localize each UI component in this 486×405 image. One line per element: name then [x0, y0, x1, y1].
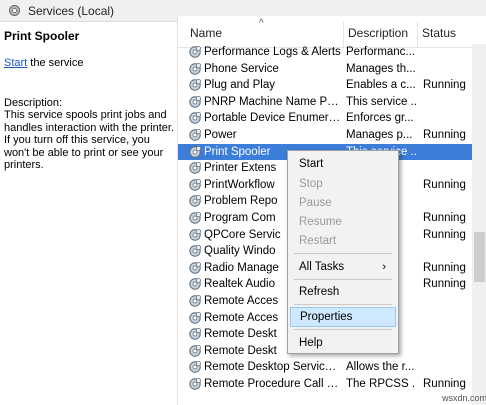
service-gear-icon [189, 195, 202, 208]
scrollbar-thumb[interactable] [474, 232, 485, 282]
start-service-link[interactable]: Start [4, 57, 27, 69]
window-title: Services (Local) [28, 4, 115, 18]
menu-item-resume: Resume [299, 216, 342, 228]
service-description-cell: Manages p... [346, 129, 413, 141]
service-gear-icon [189, 294, 202, 307]
service-gear-icon [189, 377, 202, 390]
service-gear-icon [189, 228, 202, 241]
menu-item-start[interactable]: Start [290, 154, 396, 174]
service-status-cell: Running [423, 178, 466, 191]
menu-separator [294, 329, 392, 330]
menu-item-restart: Restart [299, 235, 337, 247]
service-gear-icon [189, 361, 202, 374]
service-gear-icon [189, 62, 202, 75]
service-description-cell: Manages th... [346, 62, 416, 75]
submenu-arrow-icon: › [382, 261, 386, 273]
service-description-cell: This service ... [346, 95, 416, 108]
service-status-cell: Running [423, 129, 466, 141]
table-row[interactable]: Portable Device Enumerator... Enforces gr… [178, 110, 472, 126]
service-name-cell: Remote Desktop Services U... [204, 361, 342, 374]
menu-item-pause: Pause [299, 197, 332, 209]
service-action-line: Start the service [4, 57, 83, 69]
table-row[interactable]: Performance Logs & Alerts Performanc... [178, 44, 472, 60]
service-details-panel: Print Spooler Start the service Descript… [0, 23, 176, 405]
table-row[interactable]: PNRP Machine Name Publi... This service .… [178, 94, 472, 110]
service-name-cell: Remote Procedure Call (RPC) [204, 378, 342, 390]
description-label: Description: [4, 97, 63, 109]
service-name-cell: Portable Device Enumerator... [204, 112, 342, 125]
service-gear-icon [189, 128, 202, 141]
service-status-cell: Running [423, 79, 466, 92]
table-row[interactable]: Remote Desktop Services U... Allows the r… [178, 359, 472, 375]
service-gear-icon [189, 95, 202, 108]
start-service-suffix: the service [27, 57, 84, 69]
service-gear-icon [189, 112, 202, 125]
service-description-cell: Enforces gr... [346, 112, 414, 125]
services-gear-icon [9, 5, 20, 16]
service-name-cell: PNRP Machine Name Publi... [204, 95, 342, 108]
table-row[interactable]: Plug and Play Enables a c... Running [178, 77, 472, 93]
watermark: wsxdn.com [442, 393, 486, 403]
table-row[interactable]: Power Manages p... Running [178, 127, 472, 143]
service-description-cell: The RPCSS ... [346, 378, 416, 390]
service-gear-icon [189, 178, 202, 191]
context-menu: Start Stop Pause Resume Restart All Task… [287, 150, 399, 354]
table-row[interactable]: Remote Procedure Call (RPC) The RPCSS ...… [178, 376, 472, 392]
service-gear-icon [189, 311, 202, 324]
service-gear-icon [189, 344, 202, 357]
service-name-cell: Phone Service [204, 62, 279, 75]
menu-item-stop: Stop [299, 178, 323, 190]
menu-item-help[interactable]: Help [290, 333, 396, 353]
table-row[interactable]: Phone Service Manages th... [178, 61, 472, 77]
vertical-scrollbar[interactable] [472, 44, 486, 405]
service-gear-icon [189, 261, 202, 274]
service-description-cell: Enables a c... [346, 79, 416, 92]
service-name-cell: Power [204, 129, 237, 141]
service-gear-icon [189, 278, 202, 291]
service-status-cell: Running [423, 212, 466, 224]
service-description-cell: Performanc... [346, 46, 416, 58]
service-gear-icon [189, 245, 202, 257]
service-status-cell: Running [423, 378, 466, 390]
service-gear-icon [189, 328, 202, 340]
menu-item-all-tasks[interactable]: All Tasks › [290, 257, 396, 277]
service-status-cell: Running [423, 261, 466, 274]
service-status-cell: Running [423, 278, 466, 291]
description-text: This service spools print jobs and handl… [4, 109, 174, 171]
selected-service-name: Print Spooler [4, 29, 80, 43]
menu-separator [294, 304, 392, 305]
menu-separator [294, 253, 392, 254]
service-name-cell: Performance Logs & Alerts [204, 46, 341, 58]
service-gear-icon [189, 45, 202, 58]
menu-item-refresh[interactable]: Refresh [290, 282, 396, 302]
service-gear-icon [189, 79, 202, 91]
service-description-cell: Allows the r... [346, 361, 415, 374]
service-gear-icon [189, 162, 202, 174]
menu-item-all-tasks-label: All Tasks [299, 261, 345, 273]
menu-separator [294, 279, 392, 280]
service-gear-icon [189, 145, 202, 158]
service-name-cell: Plug and Play [204, 79, 275, 92]
menu-item-properties[interactable]: Properties [290, 307, 396, 327]
service-status-cell: Running [423, 228, 466, 241]
service-gear-icon [189, 211, 202, 224]
